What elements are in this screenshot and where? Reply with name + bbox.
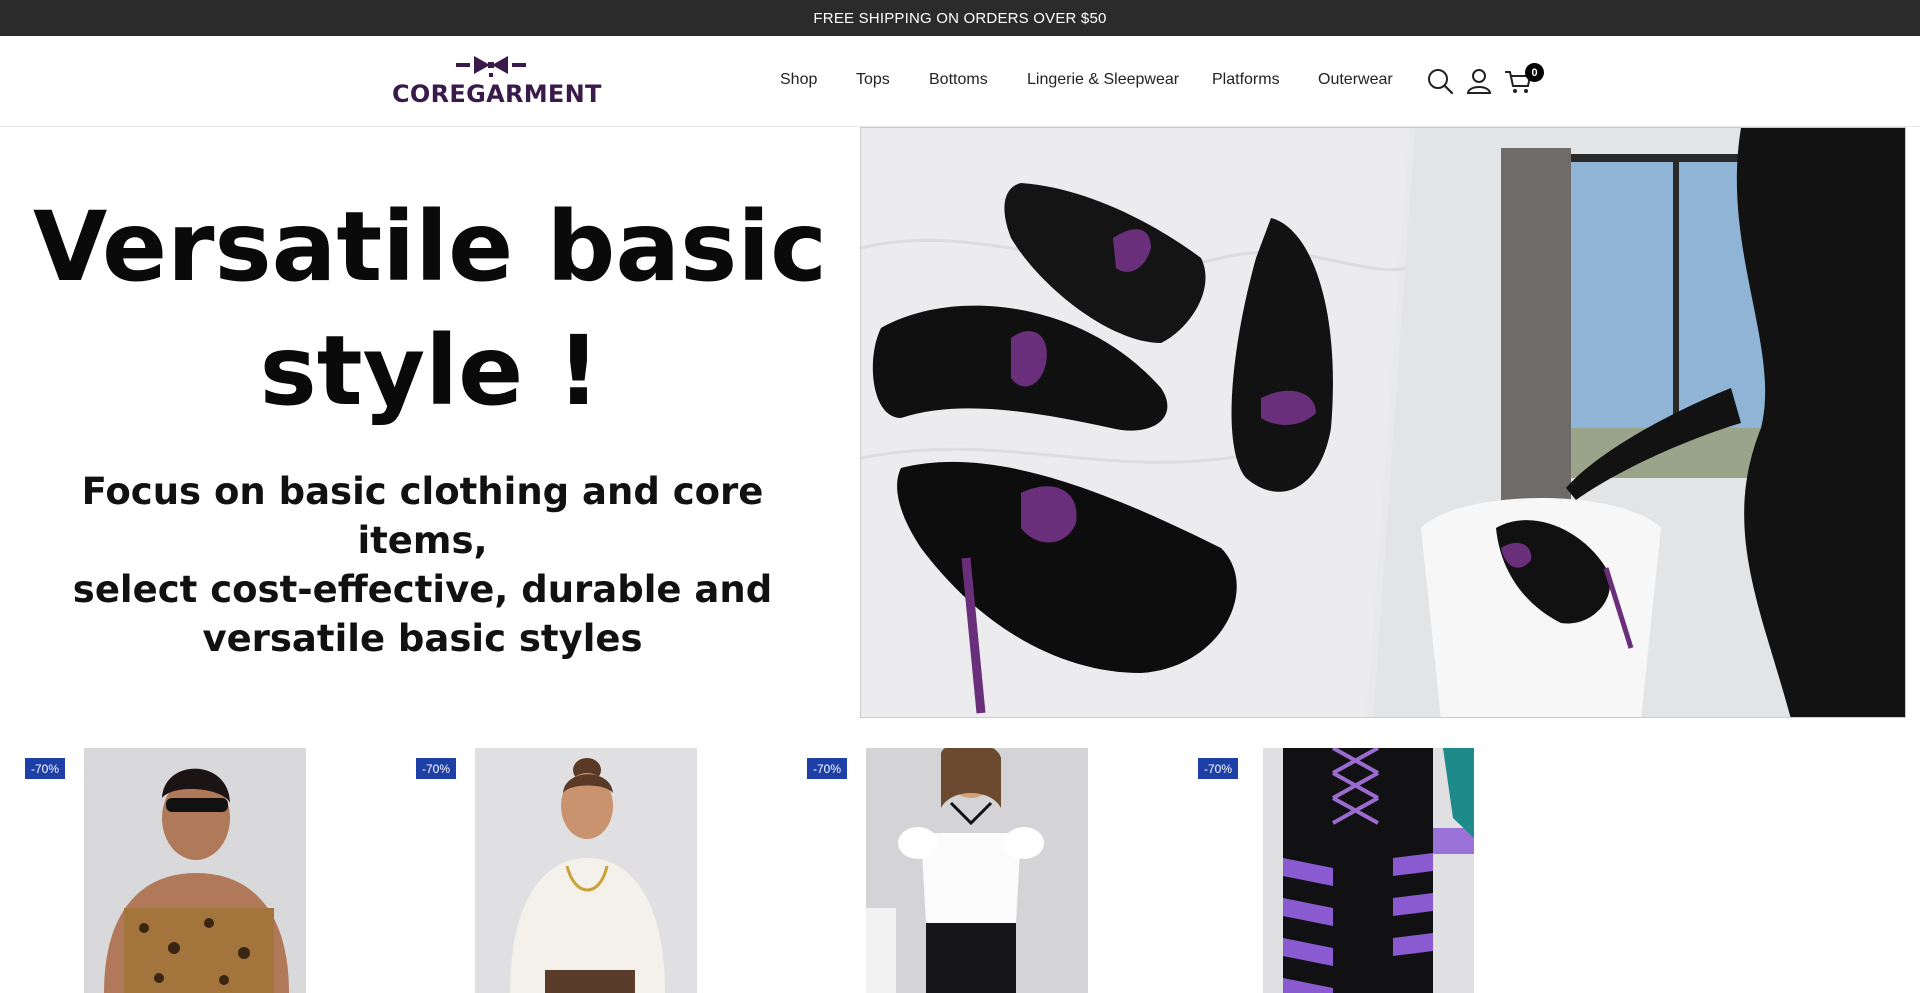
hero-subtitle-line3: versatile basic styles	[202, 617, 643, 660]
hero-text-block: Versatile basic style ! Focus on basic c…	[0, 127, 860, 717]
hero-title: Versatile basic style !	[20, 185, 840, 433]
nav-item-lingerie-sleepwear[interactable]: Lingerie & Sleepwear	[1027, 71, 1179, 89]
cart-count-badge: 0	[1525, 63, 1544, 82]
hero-subtitle-line2: select cost-effective, durable and	[72, 568, 773, 611]
account-icon	[1466, 69, 1492, 94]
announcement-bar: FREE SHIPPING ON ORDERS OVER $50	[0, 0, 1920, 36]
nav-item-shop[interactable]: Shop	[780, 71, 817, 89]
hero-title-line2: style !	[259, 315, 601, 427]
search-icon	[1428, 69, 1454, 95]
nav-item-tops[interactable]: Tops	[856, 71, 890, 89]
discount-badge: -70%	[1198, 758, 1238, 779]
search-button[interactable]	[1425, 66, 1455, 96]
product-card[interactable]: -70%	[0, 748, 390, 993]
product-photo	[84, 748, 306, 993]
product-image[interactable]	[1263, 748, 1474, 993]
product-card[interactable]: -70%	[391, 748, 781, 993]
product-image[interactable]	[475, 748, 697, 993]
account-button[interactable]	[1464, 66, 1494, 96]
bowtie-logo-icon	[456, 56, 526, 77]
logo-wordmark: COREGARMENT	[392, 80, 602, 108]
hero-banner-image[interactable]	[860, 127, 1906, 718]
hero-title-line1: Versatile basic	[32, 191, 828, 303]
hero-subtitle-line1: Focus on basic clothing and core items,	[81, 470, 764, 562]
product-grid: -70% -70% -70% -70%	[0, 748, 1920, 993]
nav-item-platforms[interactable]: Platforms	[1212, 71, 1280, 89]
hero-photo-collage	[861, 128, 1905, 717]
hero-subtitle: Focus on basic clothing and core items, …	[30, 467, 815, 663]
discount-badge: -70%	[25, 758, 65, 779]
announcement-text: FREE SHIPPING ON ORDERS OVER $50	[813, 9, 1107, 27]
discount-badge: -70%	[807, 758, 847, 779]
product-image[interactable]	[866, 748, 1088, 993]
product-photo	[475, 748, 697, 993]
brand-logo[interactable]: COREGARMENT	[392, 54, 602, 110]
product-image[interactable]	[84, 748, 306, 993]
product-photo	[866, 748, 1088, 993]
nav-item-bottoms[interactable]: Bottoms	[929, 71, 988, 89]
site-header: COREGARMENT Shop Tops Bottoms Lingerie &…	[0, 36, 1920, 127]
product-card[interactable]: -70%	[1173, 748, 1563, 993]
nav-item-outerwear[interactable]: Outerwear	[1318, 71, 1393, 89]
product-card[interactable]: -70%	[782, 748, 1172, 993]
product-photo	[1263, 748, 1474, 993]
discount-badge: -70%	[416, 758, 456, 779]
